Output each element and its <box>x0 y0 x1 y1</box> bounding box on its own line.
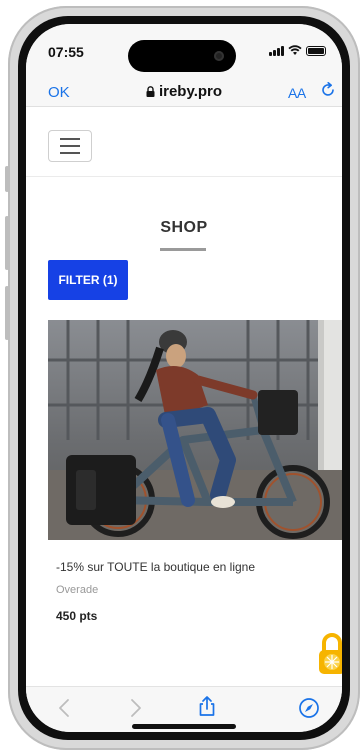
wifi-icon <box>288 45 302 55</box>
volume-up-button <box>5 216 9 270</box>
share-icon[interactable] <box>196 695 218 717</box>
dynamic-island <box>128 40 236 72</box>
url-text: ireby.pro <box>158 83 223 100</box>
chevron-left-icon[interactable] <box>54 697 76 719</box>
signal-icon <box>269 45 284 56</box>
phone-frame: 07:55 OK ireby.pro AA SHOP FILTER (1) -1… <box>5 6 360 750</box>
chevron-right-icon[interactable] <box>124 697 146 719</box>
text-size-button[interactable]: AA <box>288 85 306 101</box>
product-points: 450 pts <box>56 609 98 623</box>
menu-toggle-button[interactable] <box>48 130 92 162</box>
text-size-label: AA <box>288 85 306 101</box>
screen: 07:55 OK ireby.pro AA SHOP FILTER (1) -1… <box>26 24 342 732</box>
mute-switch <box>5 166 9 192</box>
status-icons <box>269 45 326 56</box>
status-time: 07:55 <box>48 44 84 60</box>
lock-icon <box>146 86 155 97</box>
hamburger-line <box>60 145 80 147</box>
product-title[interactable]: -15% sur TOUTE la boutique en ligne <box>56 560 255 574</box>
reload-icon[interactable] <box>320 82 336 98</box>
hamburger-line <box>60 152 80 154</box>
product-image[interactable] <box>48 320 342 540</box>
battery-icon <box>306 45 326 56</box>
home-indicator <box>132 724 236 729</box>
product-photo-cyclist <box>48 320 342 540</box>
title-underline <box>160 248 206 251</box>
padlock-icon[interactable] <box>316 632 342 676</box>
camera <box>214 51 224 61</box>
phone-bezel: 07:55 OK ireby.pro AA SHOP FILTER (1) -1… <box>18 16 350 740</box>
product-brand: Overade <box>56 584 99 596</box>
filter-button[interactable]: FILTER (1) <box>48 260 128 300</box>
volume-down-button <box>5 286 9 340</box>
page-title: SHOP <box>160 219 208 236</box>
browser-top-bar: 07:55 OK ireby.pro AA <box>26 24 342 107</box>
compass-icon[interactable] <box>298 697 320 719</box>
hamburger-line <box>60 138 80 140</box>
header-divider <box>26 176 342 177</box>
